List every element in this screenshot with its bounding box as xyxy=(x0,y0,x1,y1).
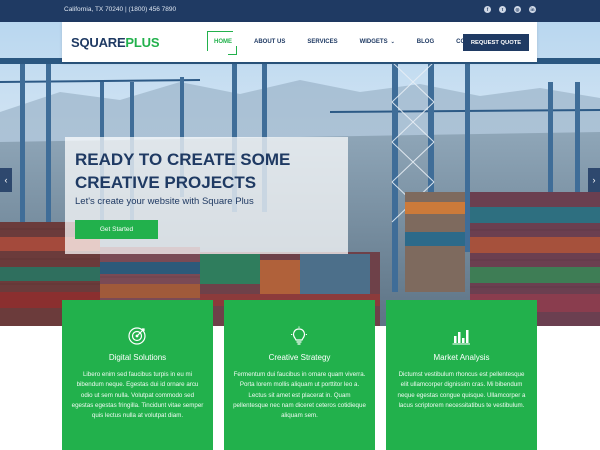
nav-item-blog[interactable]: BLOG xyxy=(417,39,434,45)
twitter-icon[interactable]: t xyxy=(499,6,506,13)
slide-subtitle: Let's create your website with Square Pl… xyxy=(75,196,254,207)
site-logo[interactable]: SQUAREPLUS xyxy=(71,35,159,50)
nav-item-home[interactable]: HOME xyxy=(207,31,237,55)
feature-description: Fermentum dui faucibus in ornare quam vi… xyxy=(233,371,366,420)
slider-prev-arrow-icon[interactable]: ‹ xyxy=(0,168,12,192)
feature-card-creative-strategy: Creative Strategy Fermentum dui faucibus… xyxy=(224,300,375,450)
lightbulb-icon xyxy=(291,326,307,345)
facebook-icon[interactable]: f xyxy=(484,6,491,13)
feature-description: Dictumst vestibulum rhoncus est pellente… xyxy=(397,371,526,409)
slide-title: READY TO CREATE SOME CREATIVE PROJECTS xyxy=(75,150,291,192)
feature-title: Digital Solutions xyxy=(108,353,167,362)
slider-next-arrow-icon[interactable]: › xyxy=(588,168,600,192)
feature-title: Market Analysis xyxy=(433,353,490,362)
feature-title: Creative Strategy xyxy=(268,353,331,362)
request-quote-button[interactable]: REQUEST QUOTE xyxy=(463,34,529,51)
nav-item-about-us[interactable]: ABOUT US xyxy=(254,39,285,45)
nav-item-services[interactable]: SERVICES xyxy=(307,39,337,45)
site-header: SQUAREPLUS HOME ABOUT US SERVICES WIDGET… xyxy=(62,22,537,62)
feature-card-market-analysis: Market Analysis Dictumst vestibulum rhon… xyxy=(386,300,537,450)
linkedin-icon[interactable]: in xyxy=(529,6,536,13)
feature-description: Libero enim sed faucibus turpis in eu mi… xyxy=(71,371,204,420)
active-nav-indicator xyxy=(207,31,237,55)
target-icon xyxy=(128,327,146,345)
top-info-bar: California, TX 70240 | (1800) 456 7890 f… xyxy=(0,0,600,22)
chevron-down-icon: ⌄ xyxy=(390,39,395,45)
nav-item-widgets-label: WIDGETS xyxy=(359,39,388,45)
social-links: f t ◎ in xyxy=(484,6,536,13)
nav-item-widgets[interactable]: WIDGETS ⌄ xyxy=(360,39,395,45)
bar-chart-icon xyxy=(452,330,470,345)
logo-text-square: SQUARE xyxy=(71,35,126,50)
logo-text-plus: PLUS xyxy=(125,35,160,50)
get-started-button[interactable]: Get Started xyxy=(75,220,158,239)
instagram-icon[interactable]: ◎ xyxy=(514,6,521,13)
contact-address: California, TX 70240 | (1800) 456 7890 xyxy=(64,6,177,13)
feature-card-digital-solutions: Digital Solutions Libero enim sed faucib… xyxy=(62,300,213,450)
